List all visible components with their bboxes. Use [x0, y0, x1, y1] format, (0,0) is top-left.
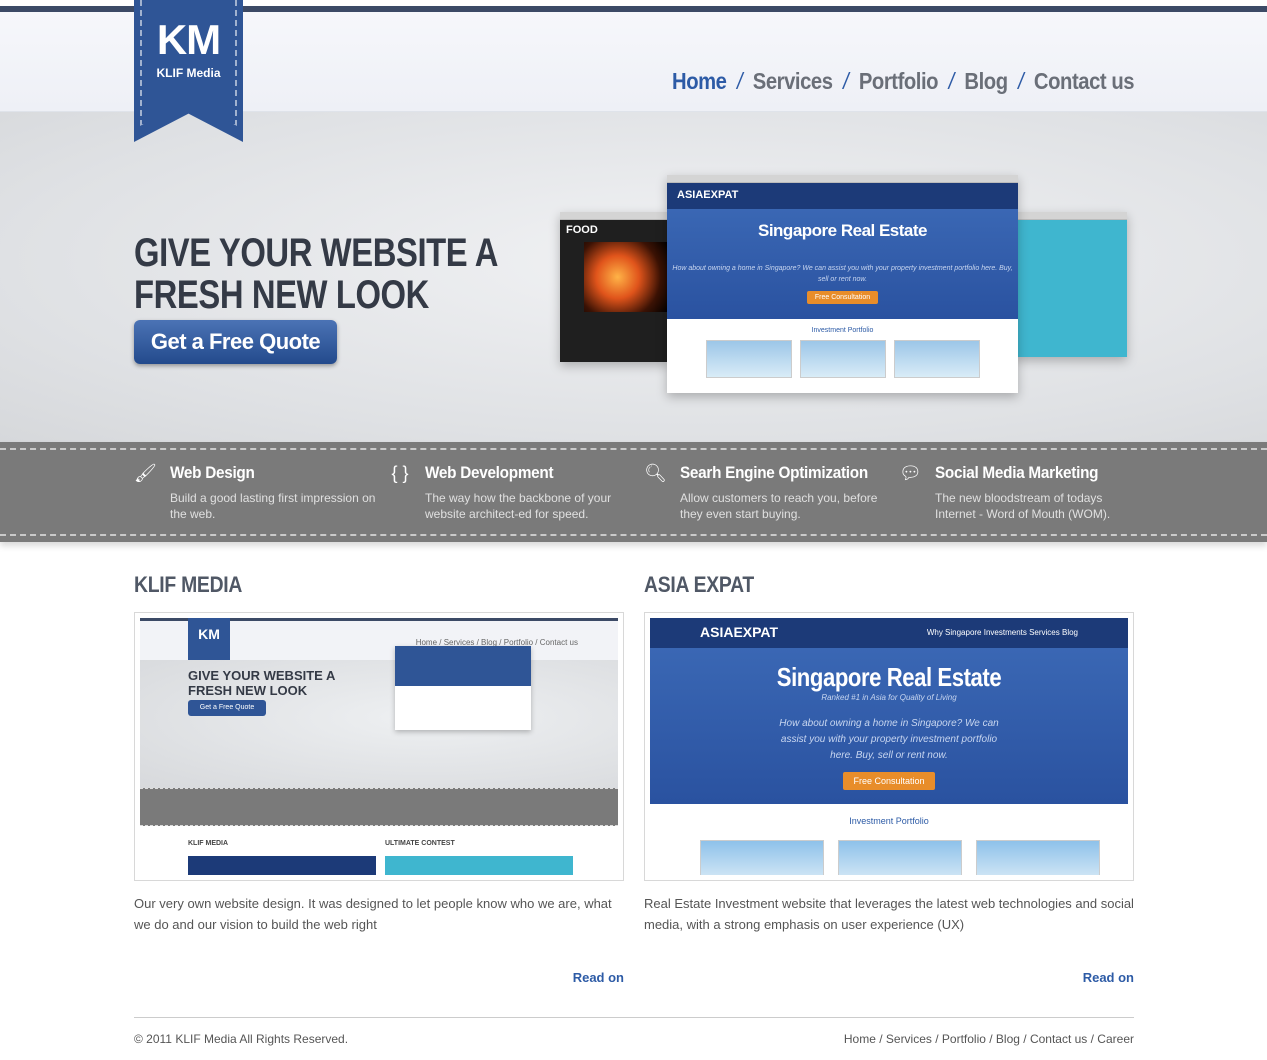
portfolio-item-asiaexpat: ASIA EXPAT ASIAEXPAT Why Singapore Inves… — [644, 572, 1134, 985]
service-text: Build a good lasting first impression on… — [170, 491, 376, 521]
copyright: © 2011 KLIF Media All Rights Reserved. — [134, 1032, 349, 1046]
preview-banner: Singapore Real Estate How about owning a… — [667, 209, 1018, 319]
logo-ribbon[interactable]: KM KLIF Media — [134, 0, 243, 142]
service-text: The new bloodstream of todays Internet -… — [935, 491, 1111, 521]
portfolio-title: ASIA EXPAT — [644, 572, 754, 597]
services-band: 🖌 Web Design Build a good lasting first … — [0, 442, 1267, 542]
portfolio-description: Real Estate Investment website that leve… — [644, 896, 1134, 932]
thumb-block — [188, 856, 376, 875]
hero-headline: GIVE YOUR WEBSITE A FRESH NEW LOOK — [134, 232, 498, 316]
building-image — [700, 840, 824, 875]
nav-separator: / — [736, 68, 743, 94]
thumb-text: How about owning a home in Singapore? We… — [779, 718, 999, 761]
hero-section: GIVE YOUR WEBSITE A FRESH NEW LOOK Get a… — [0, 112, 1267, 442]
footer-links[interactable]: Home / Services / Portfolio / Blog / Con… — [844, 1032, 1134, 1046]
building-image — [799, 340, 886, 378]
portfolio-item-klif: KLIF MEDIA KM Home / Services / Blog / P… — [134, 572, 624, 985]
thumb-services — [140, 788, 618, 826]
building-image — [838, 840, 962, 875]
thumb-section-heading: Investment Portfolio — [849, 816, 929, 826]
thumb-col1: KLIF MEDIA — [188, 840, 229, 847]
preview-text: How about owning a home in Singapore? We… — [672, 265, 1013, 283]
nav-separator: / — [1018, 68, 1024, 94]
thumb-consult-button: Free Consultation — [843, 772, 935, 790]
read-on-link[interactable]: Read on — [1083, 970, 1134, 985]
thumb-tagline: Ranked #1 in Asia for Quality of Living — [821, 693, 957, 702]
browser-bar — [667, 175, 1018, 183]
service-title: Web Development — [425, 463, 554, 482]
planet-image — [584, 242, 668, 312]
building-image — [705, 340, 792, 378]
nav-separator: / — [843, 68, 849, 94]
preview-consult-button: Free Consultation — [806, 291, 879, 304]
thumb-title: Singapore Real Estate — [776, 662, 1002, 692]
browser-bar — [560, 212, 670, 220]
preview-contest-site — [1015, 212, 1127, 357]
get-quote-button[interactable]: Get a Free Quote — [134, 320, 337, 364]
portfolio-description: Our very own website design. It was desi… — [134, 896, 612, 932]
nav-portfolio[interactable]: Portfolio — [859, 68, 939, 95]
thumb-nav: Why Singapore Investments Services Blog — [926, 628, 1078, 637]
service-text: The way how the backbone of your website… — [425, 491, 612, 521]
service-title: Searh Engine Optimization — [680, 463, 868, 482]
chat-icon: 💬︎ — [899, 463, 922, 483]
building-image — [976, 840, 1100, 875]
thumb-logo: ASIAEXPAT — [700, 624, 779, 640]
hero-headline-line1: GIVE YOUR WEBSITE A — [134, 231, 499, 275]
thumb-images — [700, 840, 1100, 875]
preview-topbar: ASIAEXPAT — [667, 183, 1018, 209]
service-title: Social Media Marketing — [935, 463, 1099, 482]
thumb-quote-button: Get a Free Quote — [188, 700, 266, 716]
thumb-block — [385, 856, 573, 875]
building-image — [893, 340, 980, 378]
service-title: Web Design — [170, 463, 255, 482]
logo-name: KLIF Media — [156, 66, 221, 80]
preview-food-site: FOOD — [560, 212, 670, 362]
thumb-preview — [395, 646, 531, 730]
preview-portfolio-heading: Investment Portfolio — [811, 327, 874, 334]
browser-bar — [1015, 212, 1127, 220]
preview-title: Singapore Real Estate — [757, 221, 928, 240]
read-on-link[interactable]: Read on — [573, 970, 624, 985]
site-footer: © 2011 KLIF Media All Rights Reserved. H… — [134, 1017, 1134, 1046]
nav-separator: / — [948, 68, 955, 94]
hero-headline-line2: FRESH NEW LOOK — [134, 273, 429, 317]
braces-icon: { } — [391, 463, 409, 483]
service-text: Allow customers to reach you, before the… — [680, 491, 878, 521]
nav-blog[interactable]: Blog — [964, 68, 1008, 95]
preview-logo: ASIAEXPAT — [677, 189, 739, 201]
nav-contact[interactable]: Contact us — [1034, 68, 1135, 95]
thumb-banner: Singapore Real Estate Ranked #1 in Asia … — [650, 648, 1128, 804]
portfolio-title: KLIF MEDIA — [134, 572, 243, 597]
search-icon: 🔍︎ — [644, 463, 667, 483]
nav-home[interactable]: Home — [672, 68, 727, 95]
portfolio-thumbnail[interactable]: KM Home / Services / Blog / Portfolio / … — [134, 612, 624, 881]
preview-asiaexpat-site: ASIAEXPAT Singapore Real Estate How abou… — [667, 175, 1018, 393]
logo-initials: KM — [156, 16, 221, 63]
portfolio-thumbnail[interactable]: ASIAEXPAT Why Singapore Investments Serv… — [644, 612, 1134, 881]
preview-food-title: FOOD — [566, 224, 598, 236]
nav-services[interactable]: Services — [753, 68, 833, 95]
main-nav: Home / Services / Portfolio / Blog / Con… — [672, 68, 1135, 95]
thumb-topbar: ASIAEXPAT Why Singapore Investments Serv… — [650, 618, 1128, 648]
thumb-headline: GIVE YOUR WEBSITE A FRESH NEW LOOK — [188, 668, 335, 698]
brush-icon: 🖌 — [134, 463, 157, 483]
preview-thumbs — [667, 340, 1018, 378]
thumb-col2: ULTIMATE CONTEST — [385, 840, 455, 847]
